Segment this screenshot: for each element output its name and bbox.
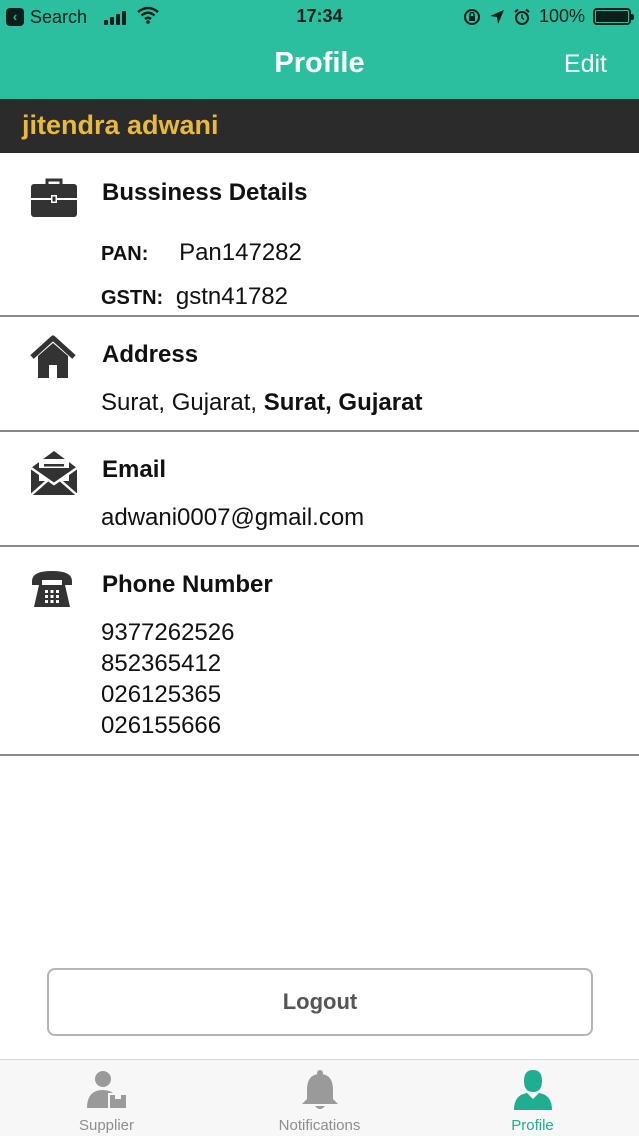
phone-number: 026155666 bbox=[101, 712, 222, 739]
phone-number: 026125365 bbox=[101, 681, 222, 708]
phone-section: Phone Number 9377262526 852365412 026125… bbox=[0, 547, 639, 756]
tab-supplier[interactable]: Supplier bbox=[0, 1060, 213, 1136]
user-name: jitendra adwani bbox=[22, 110, 219, 140]
telephone-icon bbox=[32, 571, 72, 607]
pan-row: PAN: Pan147282 bbox=[101, 239, 302, 267]
email-value: adwani0007@gmail.com bbox=[101, 504, 365, 531]
phone-number: 852365412 bbox=[101, 650, 222, 677]
address-title: Address bbox=[102, 341, 199, 368]
pan-value: Pan147282 bbox=[179, 239, 302, 266]
home-icon bbox=[30, 335, 76, 378]
person-icon bbox=[513, 1070, 552, 1110]
email-title: Email bbox=[102, 456, 167, 483]
supplier-icon bbox=[86, 1071, 128, 1110]
envelope-icon bbox=[30, 451, 78, 496]
battery-icon bbox=[593, 8, 634, 25]
tab-label-notifications: Notifications bbox=[278, 1117, 361, 1134]
business-details-title: Bussiness Details bbox=[102, 179, 308, 206]
tab-notifications[interactable]: Notifications bbox=[213, 1060, 426, 1136]
address-line-bold: Surat, Gujarat bbox=[263, 389, 423, 416]
tab-profile[interactable]: Profile bbox=[426, 1060, 639, 1136]
edit-button[interactable]: Edit bbox=[564, 50, 607, 79]
gstn-row: GSTN: gstn41782 bbox=[101, 283, 288, 311]
pan-label: PAN: bbox=[101, 243, 149, 265]
email-section: Email adwani0007@gmail.com bbox=[0, 432, 639, 547]
business-details-section: Bussiness Details PAN: Pan147282 GSTN: g… bbox=[0, 153, 639, 317]
battery-percent: 100% bbox=[538, 6, 585, 26]
user-name-bar: jitendra adwani bbox=[0, 99, 639, 153]
alarm-icon bbox=[514, 8, 530, 25]
bell-icon bbox=[301, 1070, 338, 1109]
status-bar: ‹ Search 17:34 100% bbox=[0, 0, 639, 34]
gstn-label: GSTN: bbox=[101, 287, 164, 309]
address-section: Address Surat, Gujarat, Surat, Gujarat bbox=[0, 317, 639, 432]
logout-button[interactable]: Logout bbox=[47, 968, 593, 1036]
location-arrow-icon bbox=[489, 9, 504, 24]
status-right-icons: 100% bbox=[463, 6, 634, 27]
phone-title: Phone Number bbox=[102, 571, 273, 598]
briefcase-icon bbox=[31, 178, 77, 217]
tab-label-profile: Profile bbox=[511, 1117, 554, 1134]
header: ‹ Search 17:34 100% Profile Edit bbox=[0, 0, 639, 99]
tab-label-supplier: Supplier bbox=[78, 1117, 135, 1134]
gstn-value: gstn41782 bbox=[175, 283, 288, 310]
orientation-lock-icon bbox=[463, 8, 480, 25]
page-title: Profile bbox=[274, 47, 365, 79]
tab-bar: Supplier Notifications Profile bbox=[0, 1059, 639, 1136]
phone-number: 9377262526 bbox=[101, 619, 235, 646]
address-line-plain: Surat, Gujarat, bbox=[101, 389, 264, 416]
address-value: Surat, Gujarat, Surat, Gujarat bbox=[101, 389, 422, 417]
